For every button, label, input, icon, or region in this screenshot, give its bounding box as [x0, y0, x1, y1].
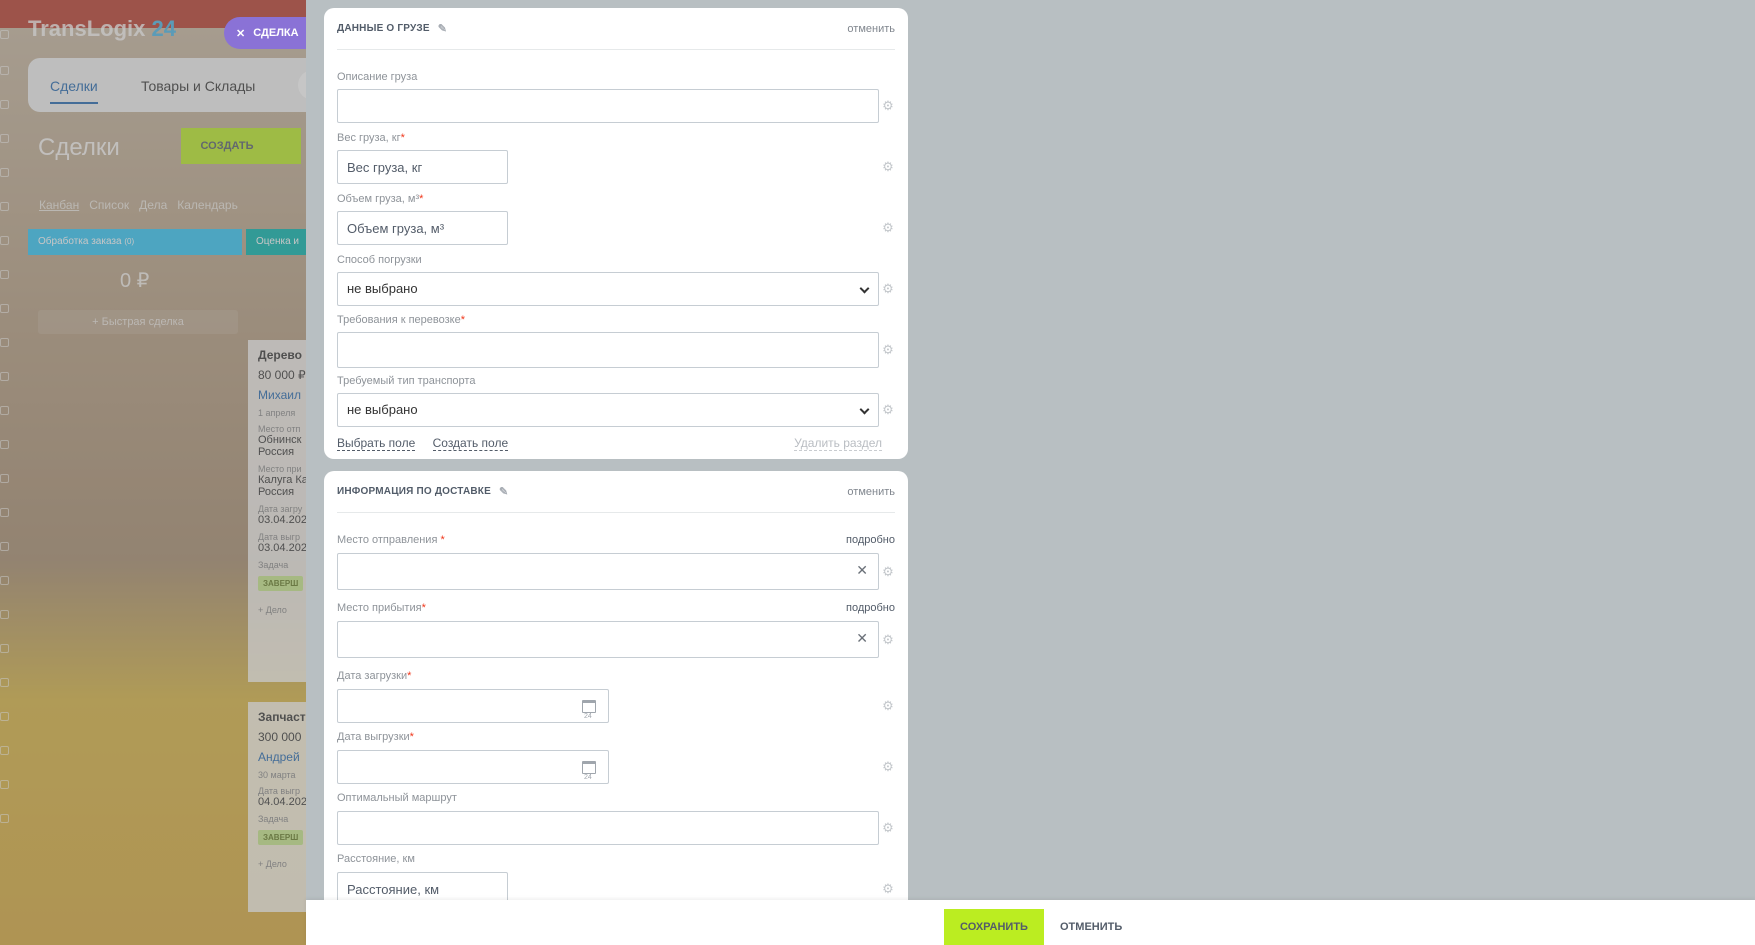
- cargo-description-input[interactable]: [337, 89, 879, 123]
- cargo-volume-input[interactable]: [337, 211, 508, 245]
- field-label: Объем груза, м³*: [337, 193, 424, 205]
- edit-pencil-icon[interactable]: ✎: [499, 485, 508, 498]
- section-cancel-link[interactable]: отменить: [847, 486, 895, 498]
- field-label: Оптимальный маршрут: [337, 792, 457, 804]
- gear-icon[interactable]: ⚙: [881, 99, 895, 113]
- clear-icon[interactable]: ✕: [856, 554, 868, 586]
- details-link[interactable]: подробно: [846, 602, 895, 614]
- save-button[interactable]: СОХРАНИТЬ: [944, 909, 1044, 945]
- field-label: Способ погрузки: [337, 254, 422, 266]
- section-cargo: ДАННЫЕ О ГРУЗЕ ✎ отменить Описание груза …: [324, 8, 908, 459]
- clear-icon[interactable]: ✕: [856, 622, 868, 654]
- gear-icon[interactable]: ⚙: [881, 821, 895, 835]
- gear-icon[interactable]: ⚙: [881, 882, 895, 896]
- field-label: Расстояние, км: [337, 853, 415, 865]
- close-icon: ✕: [236, 27, 246, 40]
- section-title: ДАННЫЕ О ГРУЗЕ: [337, 23, 430, 34]
- section-header: ДАННЫЕ О ГРУЗЕ ✎ отменить: [337, 8, 895, 50]
- gear-icon[interactable]: ⚙: [881, 633, 895, 647]
- transport-type-select[interactable]: не выбрано: [337, 393, 879, 427]
- field-label: Описание груза: [337, 71, 418, 83]
- close-deal-chip[interactable]: ✕ СДЕЛКА: [224, 17, 306, 49]
- calendar-icon[interactable]: [582, 761, 596, 794]
- create-field-link[interactable]: Создать поле: [432, 436, 509, 451]
- gear-icon[interactable]: ⚙: [881, 760, 895, 774]
- calendar-icon[interactable]: [582, 700, 596, 733]
- section-cancel-link[interactable]: отменить: [847, 23, 895, 35]
- loading-method-select[interactable]: не выбрано: [337, 272, 879, 306]
- gear-icon[interactable]: ⚙: [881, 343, 895, 357]
- gear-icon[interactable]: ⚙: [881, 565, 895, 579]
- field-label: Дата загрузки*: [337, 670, 412, 682]
- deal-edit-panel: ДАННЫЕ О ГРУЗЕ ✎ отменить Описание груза …: [306, 0, 1755, 911]
- details-link[interactable]: подробно: [846, 534, 895, 546]
- field-label: Место прибытия*: [337, 602, 426, 614]
- delete-section-link[interactable]: Удалить раздел: [794, 436, 882, 451]
- departure-input[interactable]: ✕: [337, 553, 879, 590]
- field-label: Дата выгрузки*: [337, 731, 414, 743]
- overlay-dim: [0, 0, 306, 945]
- field-label: Требования к перевозке*: [337, 314, 465, 326]
- gear-icon[interactable]: ⚙: [881, 221, 895, 235]
- cancel-button[interactable]: ОТМЕНИТЬ: [1054, 909, 1128, 945]
- cargo-weight-input[interactable]: [337, 150, 508, 184]
- chevron-down-icon: [859, 404, 870, 415]
- chevron-down-icon: [859, 283, 870, 294]
- section-delivery: ИНФОРМАЦИЯ ПО ДОСТАВКЕ ✎ отменить Место о…: [324, 471, 908, 911]
- section-header: ИНФОРМАЦИЯ ПО ДОСТАВКЕ ✎ отменить: [337, 471, 895, 513]
- section-field-links: Выбрать поле Создать поле: [337, 436, 522, 451]
- gear-icon[interactable]: ⚙: [881, 160, 895, 174]
- field-label: Требуемый тип транспорта: [337, 375, 476, 387]
- background-crm-page: TransLogix 24 Сделки Товары и Склады ⇲ С…: [0, 0, 306, 945]
- gear-icon[interactable]: ⚙: [881, 403, 895, 417]
- select-field-link[interactable]: Выбрать поле: [337, 436, 416, 451]
- requirements-input[interactable]: [337, 332, 879, 368]
- unload-date-input[interactable]: [337, 750, 609, 794]
- bottom-action-bar: СОХРАНИТЬ ОТМЕНИТЬ: [306, 900, 1755, 945]
- edit-pencil-icon[interactable]: ✎: [438, 22, 447, 35]
- section-title: ИНФОРМАЦИЯ ПО ДОСТАВКЕ: [337, 486, 491, 497]
- gear-icon[interactable]: ⚙: [881, 282, 895, 296]
- arrival-input[interactable]: ✕: [337, 621, 879, 658]
- load-date-input[interactable]: [337, 689, 609, 733]
- field-label: Вес груза, кг*: [337, 132, 405, 144]
- gear-icon[interactable]: ⚙: [881, 699, 895, 713]
- field-label: Место отправления *: [337, 534, 445, 546]
- route-input[interactable]: [337, 811, 879, 845]
